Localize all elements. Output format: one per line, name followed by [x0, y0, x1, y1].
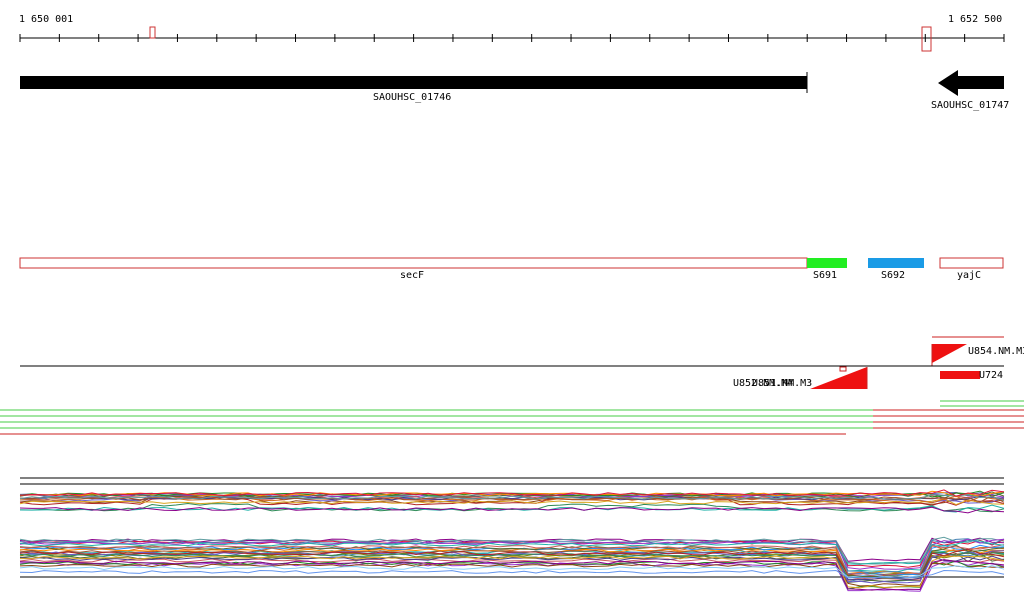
coordinate-ruler — [19, 26, 1005, 52]
tiling-track — [0, 400, 1024, 435]
gene-bar-saouhsc-01746[interactable] — [20, 76, 807, 89]
feature-s692[interactable] — [868, 258, 924, 268]
gene-label-saouhsc-01747[interactable]: SAOUHSC_01747 — [931, 100, 1009, 111]
transcript-u854-wedge[interactable] — [932, 344, 967, 363]
feature-label-s692[interactable]: S692 — [881, 270, 905, 281]
ruler-marker — [149, 26, 156, 39]
expression-profiles — [19, 477, 1005, 592]
feature-label-yajc[interactable]: yajC — [957, 270, 981, 281]
genome-browser-canvas — [0, 26, 1024, 592]
feature-yajc[interactable] — [939, 257, 1004, 269]
transcripts-track — [20, 336, 1004, 389]
ruler-end-label: 1 652 500 — [948, 14, 1003, 25]
gene-label-saouhsc-01746[interactable]: SAOUHSC_01746 — [373, 92, 451, 103]
feature-secf[interactable] — [19, 257, 808, 269]
feature-label-secf[interactable]: secF — [400, 270, 424, 281]
ruler-start-label: 1 650 001 — [19, 14, 74, 25]
transcript-small-mark — [839, 366, 847, 372]
transcript-label-u851[interactable]: U851.NM.M3 — [752, 378, 812, 389]
transcript-u852-wedge[interactable] — [810, 367, 867, 389]
feature-label-s691[interactable]: S691 — [813, 270, 837, 281]
feature-s691[interactable] — [807, 258, 847, 268]
transcript-u724-bar[interactable] — [940, 371, 980, 379]
transcript-label-u854[interactable]: U854.NM.M3 — [968, 346, 1024, 357]
features-track — [19, 257, 1004, 269]
ruler-viewport-marker[interactable] — [921, 26, 932, 52]
genes-track — [20, 70, 1004, 96]
transcript-label-u724[interactable]: U724 — [979, 370, 1003, 381]
gene-arrow-saouhsc-01747[interactable] — [938, 70, 1004, 96]
